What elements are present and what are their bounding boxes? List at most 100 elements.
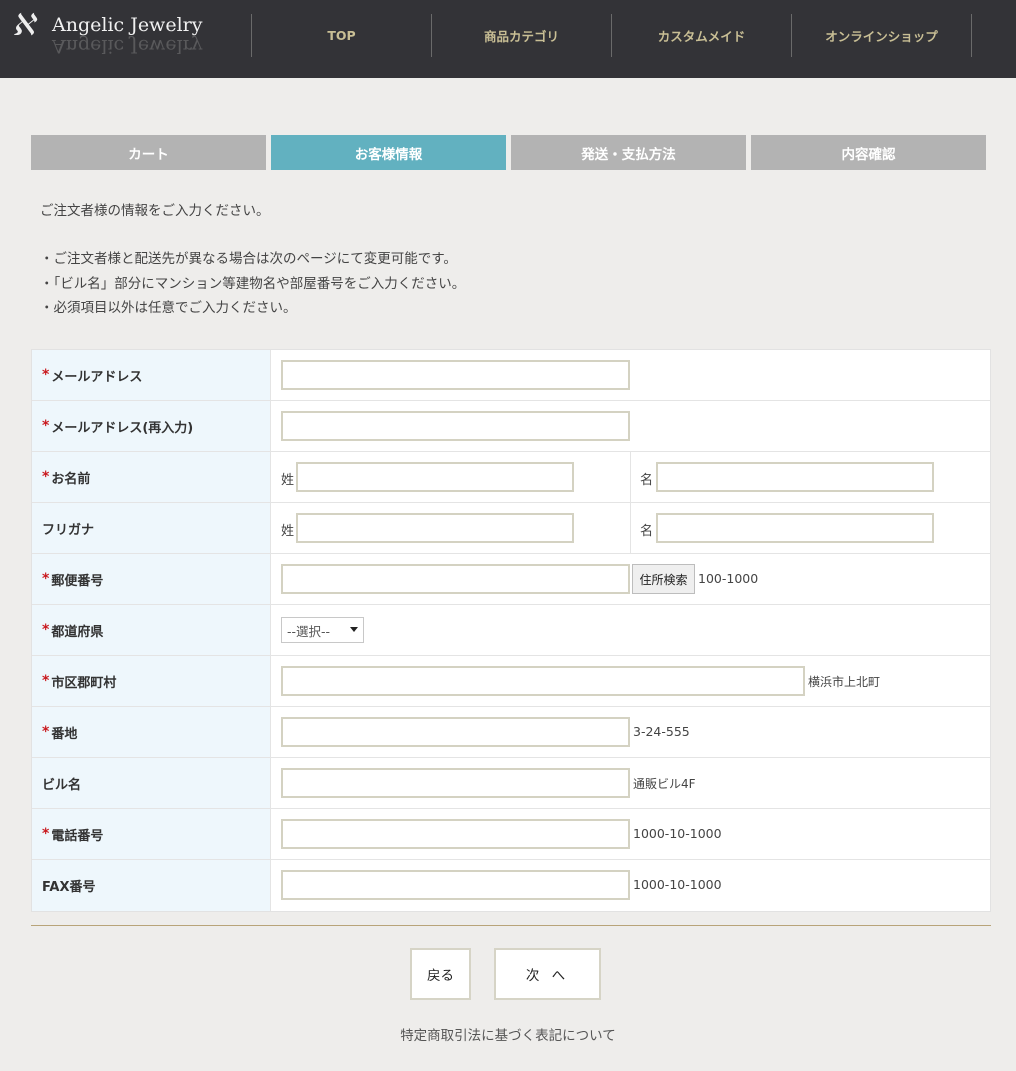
site-header: ℵ Angelic Jewelry Angelic Jewelry TOP 商品…	[0, 0, 1016, 78]
street-label: 番地	[51, 726, 78, 742]
prefecture-label: 都道府県	[51, 624, 104, 640]
phone-input[interactable]	[281, 819, 630, 849]
step-cart: カート	[31, 135, 266, 170]
fax-label: FAX番号	[42, 880, 96, 895]
checkout-steps: カート お客様情報 発送・支払方法 内容確認	[31, 135, 986, 170]
form-row-email: * メールアドレス	[32, 350, 990, 401]
form-row-building: ビル名 通販ビル4F	[32, 758, 990, 809]
column-divider	[630, 503, 631, 553]
email-confirm-input[interactable]	[281, 411, 630, 441]
required-mark: *	[42, 469, 50, 485]
intro-text: ご注文者様の情報をご入力ください。	[40, 203, 270, 219]
kana-label: フリガナ	[42, 522, 95, 538]
postal-hint: 100-1000	[698, 571, 759, 586]
back-button[interactable]: 戻る	[410, 948, 471, 1000]
prefecture-selected-value: --選択--	[287, 623, 331, 639]
last-name-label: 姓	[281, 473, 295, 488]
next-button[interactable]: 次 へ	[494, 948, 601, 1000]
phone-value-cell: 1000-10-1000	[271, 809, 990, 859]
email-confirm-value-cell	[271, 401, 990, 451]
fax-hint: 1000-10-1000	[633, 877, 722, 892]
required-mark: *	[42, 367, 50, 383]
note-item: ・ご注文者様と配送先が異なる場合は次のページにて変更可能です。	[40, 251, 457, 267]
nav-item-custom-made[interactable]: カスタムメイド	[612, 14, 792, 57]
first-name-label: 名	[640, 473, 654, 488]
required-mark: *	[42, 622, 50, 638]
form-row-phone: * 電話番号 1000-10-1000	[32, 809, 990, 860]
street-hint: 3-24-555	[633, 724, 690, 739]
step-shipping-payment: 発送・支払方法	[511, 135, 746, 170]
building-label: ビル名	[42, 777, 82, 793]
required-mark: *	[42, 571, 50, 587]
note-item: ・必須項目以外は任意でご入力ください。	[40, 300, 297, 316]
phone-label-cell: * 電話番号	[32, 809, 271, 859]
first-kana-input[interactable]	[656, 513, 934, 543]
customer-info-form: * メールアドレス * メールアドレス(再入力) * お名前 姓 名 フリガナ 姓 名	[31, 349, 991, 912]
fax-input[interactable]	[281, 870, 630, 900]
nav-item-top[interactable]: TOP	[252, 14, 432, 57]
postal-label: 郵便番号	[51, 573, 104, 589]
legal-notice-link[interactable]: 特定商取引法に基づく表記について	[0, 1024, 1016, 1044]
logo-mark-icon: ℵ	[12, 8, 35, 43]
logo-text: Angelic Jewelry	[52, 14, 203, 36]
last-name-input[interactable]	[296, 462, 574, 492]
prefecture-label-cell: * 都道府県	[32, 605, 271, 655]
city-value-cell: 横浜市上北町	[271, 656, 990, 706]
building-input[interactable]	[281, 768, 630, 798]
form-row-postal: * 郵便番号 住所検索 100-1000	[32, 554, 990, 605]
form-row-city: * 市区郡町村 横浜市上北町	[32, 656, 990, 707]
prefecture-value-cell: --選択--	[271, 605, 990, 655]
city-hint: 横浜市上北町	[808, 675, 881, 689]
form-row-street: * 番地 3-24-555	[32, 707, 990, 758]
email-input[interactable]	[281, 360, 630, 390]
last-kana-label: 姓	[281, 524, 295, 539]
site-logo[interactable]: ℵ Angelic Jewelry Angelic Jewelry	[12, 8, 202, 64]
street-label-cell: * 番地	[32, 707, 271, 757]
name-label-cell: * お名前	[32, 452, 271, 502]
phone-label: 電話番号	[51, 828, 104, 844]
form-row-prefecture: * 都道府県 --選択--	[32, 605, 990, 656]
email-confirm-label-cell: * メールアドレス(再入力)	[32, 401, 271, 451]
nav-item-categories[interactable]: 商品カテゴリ	[432, 14, 612, 57]
required-mark: *	[42, 724, 50, 740]
kana-value-cell: 姓 名	[271, 503, 990, 553]
step-confirm: 内容確認	[751, 135, 986, 170]
chevron-down-icon	[350, 627, 358, 632]
address-search-button[interactable]: 住所検索	[632, 564, 695, 594]
email-value-cell	[271, 350, 990, 400]
required-mark: *	[42, 826, 50, 842]
name-label: お名前	[51, 471, 91, 487]
postal-value-cell: 住所検索 100-1000	[271, 554, 990, 604]
city-label-cell: * 市区郡町村	[32, 656, 271, 706]
step-customer-info: お客様情報	[271, 135, 506, 170]
first-name-input[interactable]	[656, 462, 934, 492]
name-value-cell: 姓 名	[271, 452, 990, 502]
street-value-cell: 3-24-555	[271, 707, 990, 757]
postal-code-input[interactable]	[281, 564, 630, 594]
column-divider	[630, 452, 631, 502]
fax-value-cell: 1000-10-1000	[271, 860, 990, 911]
required-mark: *	[42, 673, 50, 689]
note-item: ・「ビル名」部分にマンション等建物名や部屋番号をご入力ください。	[40, 275, 466, 292]
building-hint: 通販ビル4F	[633, 777, 696, 791]
notes-list: ・ご注文者様と配送先が異なる場合は次のページにて変更可能です。 ・「ビル名」部分…	[40, 247, 465, 321]
main-nav: TOP 商品カテゴリ カスタムメイド オンラインショップ	[251, 14, 972, 57]
street-input[interactable]	[281, 717, 630, 747]
required-mark: *	[42, 418, 50, 434]
logo-reflection: Angelic Jewelry	[52, 35, 203, 57]
building-value-cell: 通販ビル4F	[271, 758, 990, 808]
postal-label-cell: * 郵便番号	[32, 554, 271, 604]
form-row-name: * お名前 姓 名	[32, 452, 990, 503]
nav-item-online-shop[interactable]: オンラインショップ	[792, 14, 972, 57]
form-row-email-confirm: * メールアドレス(再入力)	[32, 401, 990, 452]
email-label: メールアドレス	[51, 369, 143, 385]
prefecture-select[interactable]: --選択--	[281, 617, 364, 643]
last-kana-input[interactable]	[296, 513, 574, 543]
city-input[interactable]	[281, 666, 805, 696]
form-row-fax: FAX番号 1000-10-1000	[32, 860, 990, 911]
form-divider	[31, 925, 991, 926]
email-label-cell: * メールアドレス	[32, 350, 271, 400]
kana-label-cell: フリガナ	[32, 503, 271, 553]
building-label-cell: ビル名	[32, 758, 271, 808]
city-label: 市区郡町村	[51, 675, 117, 691]
